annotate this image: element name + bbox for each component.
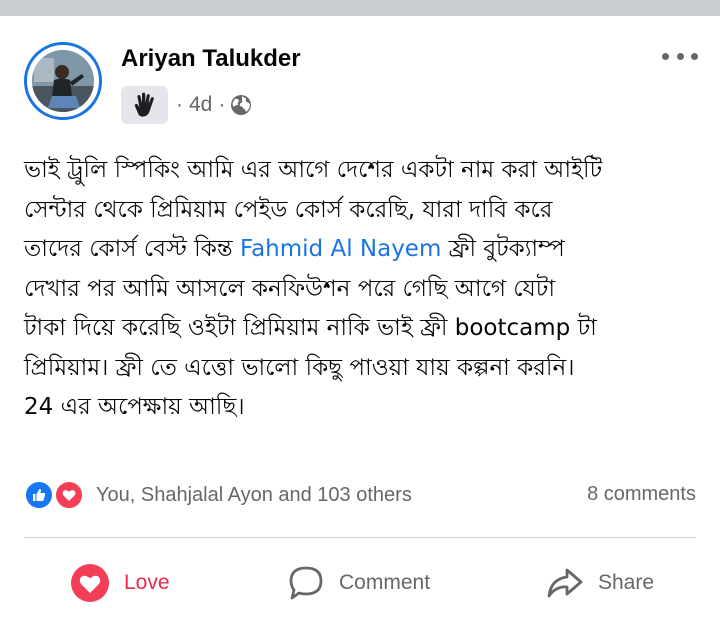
- love-button[interactable]: Love: [70, 561, 170, 605]
- post-text-line: সেন্টার থেকে প্রিমিয়াম পেইড কোর্স করেছি…: [24, 196, 553, 223]
- post-text: ভাই ট্রুলি স্পিকিং আমি এর আগে দেশের একটা…: [24, 151, 704, 428]
- comments-count[interactable]: 8 comments: [587, 483, 696, 506]
- reaction-summary[interactable]: You, Shahjalal Ayon and 103 others: [24, 480, 412, 510]
- post-text-line: প্রিমিয়াম। ফ্রী তে এত্তো ভালো কিছু পাওয…: [24, 354, 575, 381]
- post-text-line: টাকা দিয়ে করেছি ওইটা প্রিমিয়াম নাকি ভা…: [24, 315, 597, 341]
- post-text-line: 24 এর অপেক্ষায় আছি।: [24, 394, 245, 420]
- post-meta: · 4d ·: [121, 86, 253, 124]
- post-text-line: তাদের কোর্স বেস্ট কিন্ত Fahmid Al Nayem …: [24, 230, 704, 270]
- waving-hand-icon[interactable]: [121, 86, 168, 124]
- globe-icon: [231, 95, 252, 115]
- post-card: Ariyan Talukder · 4d · ভাই ট্রুলি স্পিকি…: [0, 16, 720, 635]
- profile-photo: [32, 50, 94, 112]
- dot-icon: [691, 52, 698, 60]
- post-time[interactable]: 4d: [189, 93, 212, 117]
- share-button[interactable]: Share: [546, 561, 654, 605]
- comment-icon: [289, 566, 323, 600]
- share-icon: [547, 568, 583, 598]
- mention-link[interactable]: Fahmid Al Nayem: [240, 236, 441, 262]
- love-icon: [54, 480, 84, 510]
- dot-icon: [676, 52, 684, 60]
- reactors-text[interactable]: You, Shahjalal Ayon and 103 others: [96, 484, 412, 507]
- post-time-prefix: ·: [176, 93, 183, 116]
- author-name[interactable]: Ariyan Talukder: [121, 45, 301, 73]
- divider: [24, 537, 696, 538]
- avatar[interactable]: [24, 42, 102, 120]
- post-text-segment: ফ্রী বুটক্যাম্প: [441, 236, 565, 262]
- dot-icon: [662, 52, 669, 60]
- comment-button[interactable]: Comment: [287, 561, 430, 605]
- post-text-line: দেখার পর আমি আসলে কনফিউশন পরে গেছি আগে য…: [24, 275, 555, 302]
- feed-separator: [0, 0, 720, 16]
- comment-label: Comment: [339, 571, 431, 594]
- post-text-segment: তাদের কোর্স বেস্ট কিন্ত: [24, 236, 240, 262]
- more-options-button[interactable]: [662, 46, 698, 66]
- reaction-icons: [24, 480, 88, 510]
- love-label: Love: [124, 571, 170, 594]
- love-icon: [71, 564, 109, 602]
- share-label: Share: [598, 571, 655, 594]
- like-icon: [24, 480, 54, 510]
- meta-separator: ·: [218, 93, 226, 116]
- post-text-line: ভাই ট্রুলি স্পিকিং আমি এর আগে দেশের একটা…: [24, 157, 603, 183]
